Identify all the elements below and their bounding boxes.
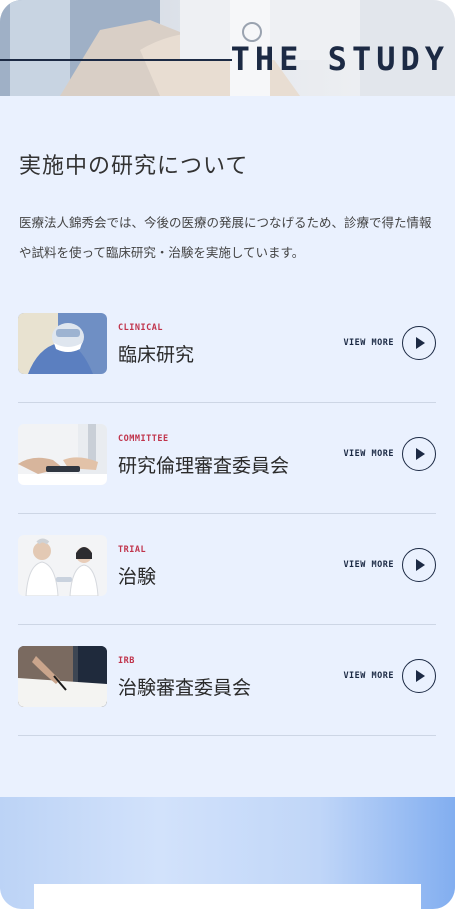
hero-rule [0, 59, 232, 61]
page-title: THE STUDY [230, 40, 449, 78]
study-category: TRIAL [118, 545, 147, 555]
study-name[interactable]: 治験審査委員会 [118, 673, 251, 700]
study-name[interactable]: 臨床研究 [118, 340, 194, 367]
play-arrow-icon[interactable] [402, 437, 436, 471]
surgeon-mask-photo [18, 313, 107, 374]
study-item-irb[interactable]: IRB 治験審査委員会 VIEW MORE [18, 625, 436, 736]
section-description: 医療法人錦秀会では、今後の医療の発展につなげるため、診療で得た情報や試料を使って… [19, 215, 432, 260]
study-name[interactable]: 研究倫理審査委員会 [118, 451, 289, 478]
hands-tablet-photo [18, 424, 107, 485]
study-item-clinical[interactable]: CLINICAL 臨床研究 VIEW MORE [18, 292, 436, 403]
study-name[interactable]: 治験 [118, 562, 156, 589]
hero-banner: THE STUDY [0, 0, 455, 96]
section-title: 実施中の研究について [19, 154, 249, 179]
study-item-trial[interactable]: TRIAL 治験 VIEW MORE [18, 514, 436, 625]
bottom-card [34, 884, 421, 909]
view-more-link[interactable]: VIEW MORE [343, 560, 394, 570]
play-arrow-icon[interactable] [402, 326, 436, 360]
study-category: IRB [118, 656, 135, 666]
view-more-link[interactable]: VIEW MORE [343, 449, 394, 459]
view-more-link[interactable]: VIEW MORE [343, 671, 394, 681]
signing-document-photo [18, 646, 107, 707]
study-category: CLINICAL [118, 323, 163, 333]
view-more-link[interactable]: VIEW MORE [343, 338, 394, 348]
play-arrow-icon[interactable] [402, 548, 436, 582]
page-frame: THE STUDY 実施中の研究について 医療法人錦秀会では、今後の医療の発展に… [0, 0, 455, 909]
study-category: COMMITTEE [118, 434, 169, 444]
study-list: CLINICAL 臨床研究 VIEW MORE COMMITTEE 研究倫理審査… [18, 292, 436, 736]
doctor-nurse-photo [18, 535, 107, 596]
study-item-committee[interactable]: COMMITTEE 研究倫理審査委員会 VIEW MORE [18, 403, 436, 514]
play-arrow-icon[interactable] [402, 659, 436, 693]
